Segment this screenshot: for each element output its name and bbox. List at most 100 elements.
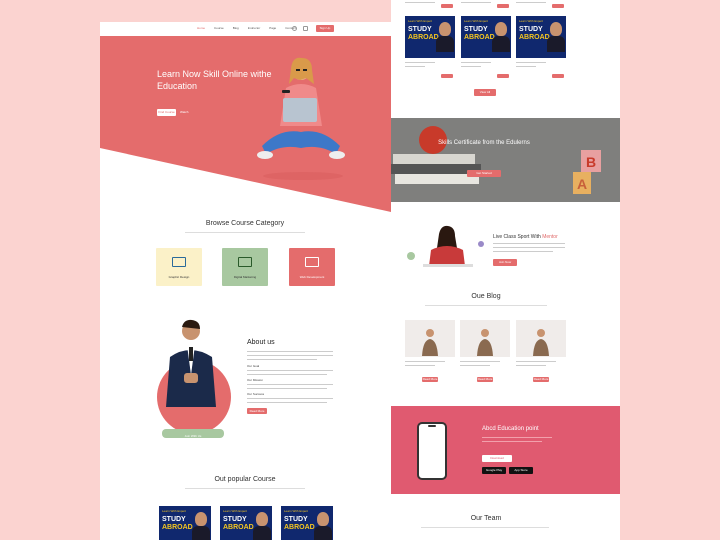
instructor-face xyxy=(256,512,268,526)
category-card-graphic[interactable]: Graphic Design xyxy=(156,248,202,286)
divider xyxy=(421,527,549,528)
landing-page-left: Home Course Blog Instructor Page Contact… xyxy=(100,22,391,540)
nav-link-page[interactable]: Page xyxy=(269,26,276,30)
blog-read-more-button[interactable]: Read More xyxy=(422,377,438,382)
join-now-button[interactable]: Join Now xyxy=(493,259,517,266)
about-text-line xyxy=(247,355,333,356)
card-meta xyxy=(461,66,481,67)
live-class-title: Live Class Sport With Mentor xyxy=(493,234,558,240)
blog-meta xyxy=(460,365,490,366)
card-meta xyxy=(461,2,491,3)
instructor-photo xyxy=(547,36,565,52)
blog-card[interactable] xyxy=(405,320,455,357)
enroll-button[interactable] xyxy=(497,4,509,8)
course-card-sub: Learn With Expert xyxy=(464,19,489,23)
course-card[interactable]: Learn With Expert STUDY ABROAD xyxy=(461,16,511,58)
download-button[interactable]: Download xyxy=(482,455,512,462)
instructor-face xyxy=(317,512,329,526)
instructor-photo xyxy=(492,36,510,52)
nav-link-home[interactable]: Home xyxy=(197,26,205,30)
about-item-label: Our Mission xyxy=(247,378,264,382)
search-icon[interactable] xyxy=(292,26,297,31)
divider xyxy=(425,305,547,306)
view-all-button[interactable]: View All xyxy=(474,89,496,96)
nav-link-course[interactable]: Course xyxy=(214,26,224,30)
course-card-sub: Learn With Expert xyxy=(519,19,544,23)
live-text-line xyxy=(493,243,565,244)
app-store-button[interactable]: App Store xyxy=(509,467,533,474)
course-card-title: STUDY xyxy=(519,26,543,33)
about-text-line xyxy=(247,359,317,360)
get-started-button[interactable]: Get Started xyxy=(467,170,501,177)
course-card[interactable]: Learn With Expert STUDY ABROAD xyxy=(405,16,455,58)
course-card[interactable]: Learn With Expert STUDY ABROAD xyxy=(159,506,211,540)
watch-button[interactable]: Watch xyxy=(180,109,194,116)
about-item-label: Our Goal xyxy=(247,364,260,368)
about-illustration xyxy=(157,319,231,438)
blog-card[interactable] xyxy=(460,320,510,357)
enroll-button[interactable] xyxy=(552,4,564,8)
chart-icon xyxy=(238,257,252,267)
card-meta xyxy=(405,62,435,63)
card-meta xyxy=(516,66,536,67)
hero-section: Learn Now Skill Online withe Education F… xyxy=(100,36,391,212)
signup-button[interactable]: Sign Up xyxy=(316,25,334,32)
blog-photo xyxy=(477,329,493,356)
card-meta xyxy=(516,2,546,3)
blog-meta xyxy=(516,365,546,366)
hero-background xyxy=(100,36,391,212)
nav-link-instructor[interactable]: Instructor xyxy=(248,26,261,30)
read-more-button[interactable]: Read More xyxy=(247,408,267,414)
blog-photo xyxy=(533,329,549,356)
card-meta xyxy=(405,2,435,3)
mentor-illustration xyxy=(407,225,484,267)
enroll-button[interactable] xyxy=(497,74,509,78)
course-card-title-2: ABROAD xyxy=(408,34,439,41)
category-label: Graphic Design xyxy=(168,275,190,279)
cart-icon[interactable] xyxy=(303,26,308,31)
blog-read-more-button[interactable]: Read More xyxy=(533,377,549,382)
nav-link-blog[interactable]: Blog xyxy=(233,26,239,30)
monitor-icon xyxy=(172,257,186,267)
find-course-button[interactable]: Find Course xyxy=(157,109,176,116)
category-card-marketing[interactable]: Digital Marketing xyxy=(222,248,268,286)
course-card[interactable]: Learn With Expert STUDY ABROAD xyxy=(281,506,333,540)
instructor-photo xyxy=(192,526,210,540)
google-play-button[interactable]: Google Play xyxy=(482,467,506,474)
instructor-face xyxy=(550,22,562,36)
course-card-title-2: ABROAD xyxy=(519,34,550,41)
about-text-line xyxy=(247,370,333,371)
instructor-face xyxy=(439,22,451,36)
live-text-line xyxy=(493,247,565,248)
blog-title: Oue Blog xyxy=(471,293,501,300)
course-card-title: STUDY xyxy=(464,26,488,33)
enroll-button[interactable] xyxy=(441,4,453,8)
phone-notch xyxy=(428,425,436,427)
join-badge[interactable]: Join With Us xyxy=(162,432,224,441)
category-card-web[interactable]: Web Development xyxy=(289,248,335,286)
about-text-line xyxy=(247,388,327,389)
course-card-title-2: ABROAD xyxy=(162,524,193,531)
live-class-highlight: Mentor xyxy=(542,234,558,240)
blog-card[interactable] xyxy=(516,320,566,357)
phone-mockup xyxy=(417,422,447,480)
code-icon xyxy=(305,257,319,267)
card-meta xyxy=(461,62,491,63)
landing-page-right: Learn With Expert STUDY ABROAD Learn Wit… xyxy=(391,0,620,540)
blog-meta xyxy=(460,361,500,362)
course-card-sub: Learn With Expert xyxy=(284,509,309,513)
course-card[interactable]: Learn With Expert STUDY ABROAD xyxy=(516,16,566,58)
nav-links: Home Course Blog Instructor Page Contact xyxy=(197,26,296,30)
about-title: About us xyxy=(247,339,275,346)
enroll-button[interactable] xyxy=(441,74,453,78)
app-text-line xyxy=(482,437,552,438)
enroll-button[interactable] xyxy=(552,74,564,78)
course-card[interactable]: Learn With Expert STUDY ABROAD xyxy=(220,506,272,540)
blog-read-more-button[interactable]: Read More xyxy=(477,377,493,382)
blog-meta xyxy=(405,365,435,366)
instructor-face xyxy=(195,512,207,526)
about-text-line xyxy=(247,351,333,352)
course-card-title: STUDY xyxy=(223,516,247,523)
course-card-title: STUDY xyxy=(408,26,432,33)
svg-text:B: B xyxy=(586,154,596,170)
